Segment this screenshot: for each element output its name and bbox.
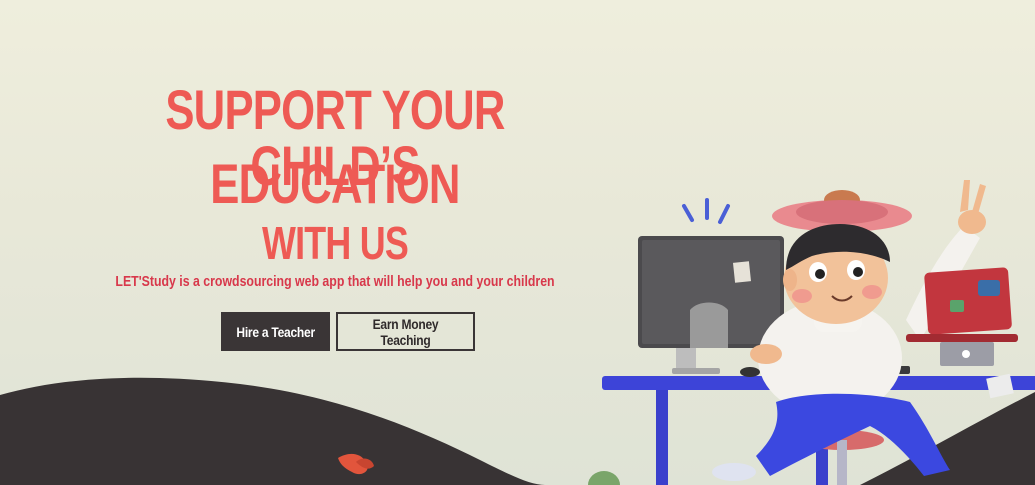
boy-at-computer-illustration: [602, 180, 1035, 485]
headline-line-2: EDUCATION: [210, 152, 460, 215]
earn-money-teaching-button[interactable]: Earn Money Teaching: [336, 312, 475, 351]
attention-lines-icon: [682, 198, 730, 224]
hire-teacher-button[interactable]: Hire a Teacher: [221, 312, 330, 351]
cta-button-row: Hire a Teacher Earn Money Teaching: [221, 312, 475, 351]
tagline: LET'Study is a crowdsourcing web app tha…: [115, 274, 555, 290]
hire-teacher-label: Hire a Teacher: [236, 323, 315, 340]
hero-section: SUPPORT YOUR CHILD’S EDUCATION WITH US L…: [0, 0, 1035, 485]
boy-head-icon: [772, 190, 912, 324]
earn-money-teaching-label: Earn Money Teaching: [372, 315, 439, 348]
headline-line-3: WITH US: [261, 217, 409, 269]
